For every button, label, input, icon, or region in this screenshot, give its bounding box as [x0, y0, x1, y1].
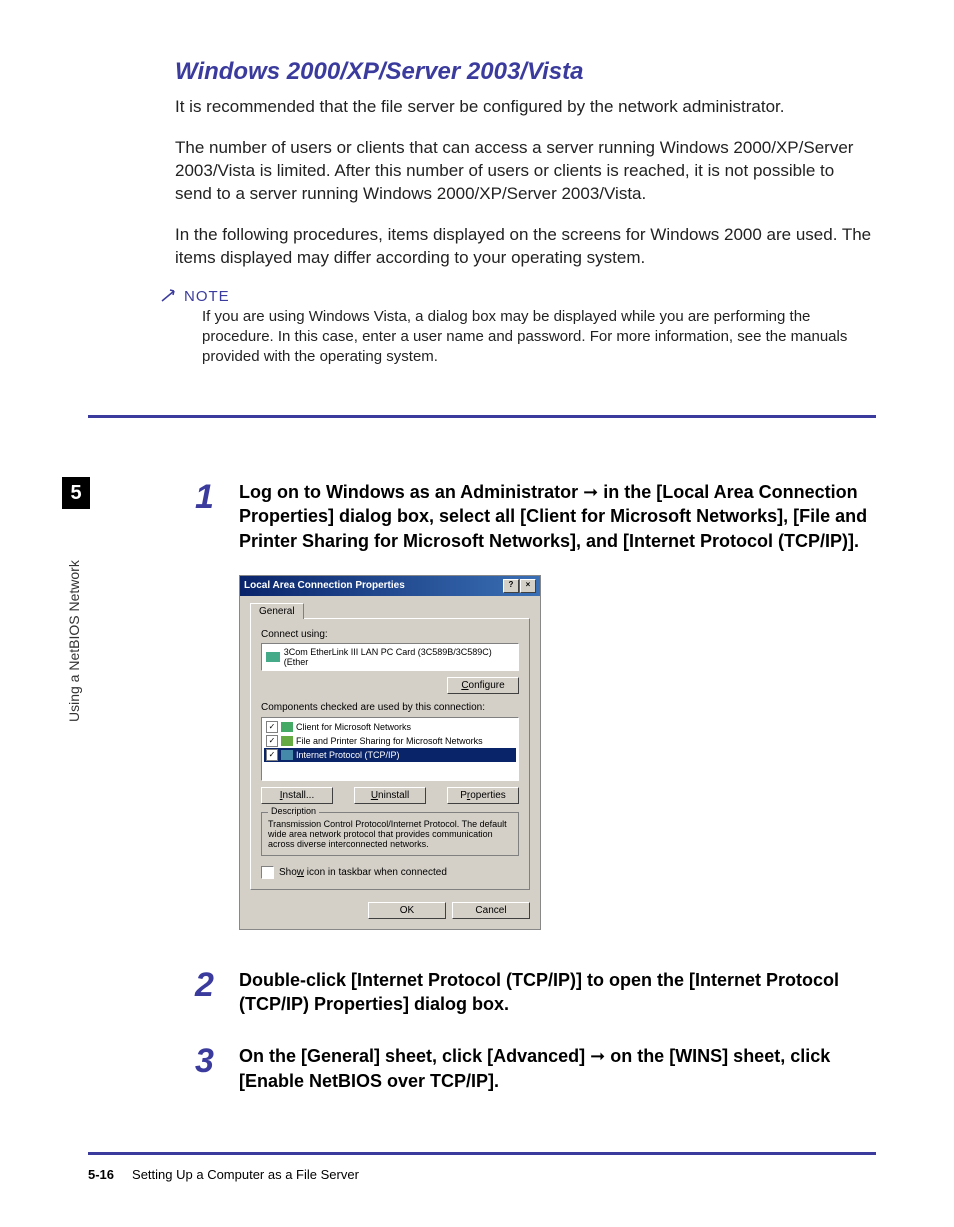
note-text: If you are using Windows Vista, a dialog… — [202, 307, 857, 368]
arrow-icon: ➞ — [583, 482, 598, 502]
step-number-3: 3 — [195, 1044, 221, 1078]
show-icon-label: Show icon in taskbar when connected — [279, 867, 447, 878]
step-1-text: Log on to Windows as an Administrator ➞ … — [239, 480, 875, 553]
show-icon-row[interactable]: Show icon in taskbar when connected — [261, 866, 519, 879]
component-proto-label: Internet Protocol (TCP/IP) — [296, 750, 400, 760]
checkbox-icon[interactable]: ✓ — [266, 735, 278, 747]
client-icon — [281, 722, 293, 732]
components-list[interactable]: ✓ Client for Microsoft Networks ✓ File a… — [261, 717, 519, 781]
component-share[interactable]: ✓ File and Printer Sharing for Microsoft… — [264, 734, 516, 748]
component-client-label: Client for Microsoft Networks — [296, 722, 411, 732]
tab-panel: Connect using: 3Com EtherLink III LAN PC… — [250, 618, 530, 890]
protocol-icon — [281, 750, 293, 760]
step-2: 2 Double-click [Internet Protocol (TCP/I… — [195, 968, 875, 1017]
adapter-name: 3Com EtherLink III LAN PC Card (3C589B/3… — [284, 647, 514, 667]
help-button[interactable]: ? — [503, 579, 519, 593]
titlebar-buttons: ? × — [503, 579, 536, 593]
page-number: 5-16 — [88, 1167, 114, 1182]
components-label: Components checked are used by this conn… — [261, 702, 519, 713]
step-number-2: 2 — [195, 968, 221, 1002]
configure-button[interactable]: Configure — [447, 677, 519, 694]
nic-icon — [266, 652, 280, 662]
dialog-body: General Connect using: 3Com EtherLink II… — [240, 596, 540, 929]
step-1-text-a: Log on to Windows as an Administrator — [239, 482, 583, 502]
dialog-screenshot: Local Area Connection Properties ? × Gen… — [239, 575, 541, 930]
description-label: Description — [268, 806, 319, 816]
checkbox-empty-icon[interactable] — [261, 866, 274, 879]
step-3-text-a: On the [General] sheet, click [Advanced] — [239, 1046, 590, 1066]
step-number-1: 1 — [195, 480, 221, 514]
share-icon — [281, 736, 293, 746]
component-client[interactable]: ✓ Client for Microsoft Networks — [264, 720, 516, 734]
note-label: NOTE — [160, 288, 875, 305]
section-heading: Windows 2000/XP/Server 2003/Vista — [175, 58, 875, 86]
cancel-button[interactable]: Cancel — [452, 902, 530, 919]
step-2-text: Double-click [Internet Protocol (TCP/IP)… — [239, 968, 875, 1017]
step-3: 3 On the [General] sheet, click [Advance… — [195, 1044, 875, 1093]
paragraph-2: The number of users or clients that can … — [175, 137, 875, 206]
adapter-box: 3Com EtherLink III LAN PC Card (3C589B/3… — [261, 643, 519, 671]
checkbox-icon[interactable]: ✓ — [266, 749, 278, 761]
dialog-titlebar: Local Area Connection Properties ? × — [240, 576, 540, 596]
properties-button[interactable]: Properties — [447, 787, 519, 804]
note-icon — [160, 289, 178, 303]
configure-row: Configure — [261, 677, 519, 694]
checkbox-icon[interactable]: ✓ — [266, 721, 278, 733]
footer-divider — [88, 1152, 876, 1155]
arrow-icon: ➞ — [590, 1046, 605, 1066]
description-text: Transmission Control Protocol/Internet P… — [268, 819, 512, 849]
connect-using-label: Connect using: — [261, 629, 519, 640]
step-1: 1 Log on to Windows as an Administrator … — [195, 480, 875, 553]
dialog-footer: OK Cancel — [250, 902, 530, 919]
note-label-text: NOTE — [184, 288, 230, 305]
divider-line — [88, 415, 876, 418]
page-footer: 5-16 Setting Up a Computer as a File Ser… — [88, 1167, 359, 1182]
ok-button[interactable]: OK — [368, 902, 446, 919]
component-buttons: Install... Uninstall Properties — [261, 787, 519, 804]
component-share-label: File and Printer Sharing for Microsoft N… — [296, 736, 483, 746]
step-3-text: On the [General] sheet, click [Advanced]… — [239, 1044, 875, 1093]
close-button[interactable]: × — [520, 579, 536, 593]
dialog-title: Local Area Connection Properties — [244, 580, 405, 591]
paragraph-3: In the following procedures, items displ… — [175, 224, 875, 270]
paragraph-1: It is recommended that the file server b… — [175, 96, 875, 119]
tab-general[interactable]: General — [250, 603, 304, 619]
chapter-title: Using a NetBIOS Network — [66, 522, 82, 722]
component-proto[interactable]: ✓ Internet Protocol (TCP/IP) — [264, 748, 516, 762]
chapter-number-box: 5 — [62, 477, 90, 509]
description-fieldset: Description Transmission Control Protoco… — [261, 812, 519, 856]
sidebar: 5 Using a NetBIOS Network — [62, 477, 92, 737]
footer-title: Setting Up a Computer as a File Server — [132, 1167, 359, 1182]
main-content: Windows 2000/XP/Server 2003/Vista It is … — [175, 58, 875, 367]
note-section: NOTE If you are using Windows Vista, a d… — [160, 288, 875, 368]
install-button[interactable]: Install... — [261, 787, 333, 804]
uninstall-button[interactable]: Uninstall — [354, 787, 426, 804]
